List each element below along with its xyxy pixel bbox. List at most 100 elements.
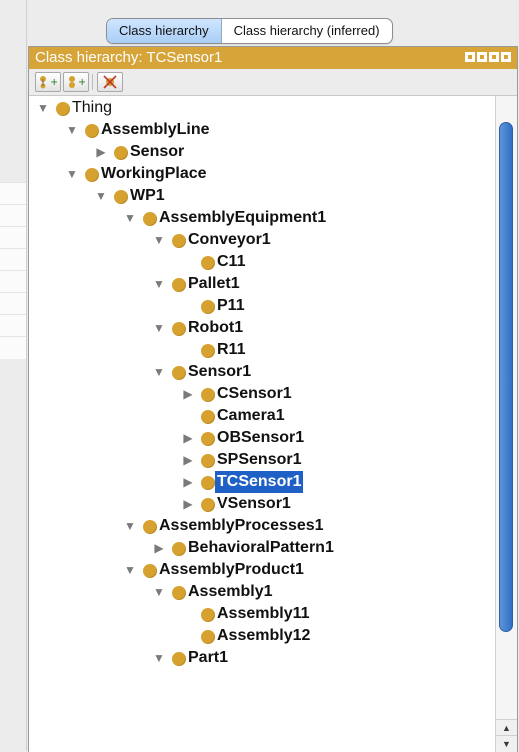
maximize-icon[interactable] (489, 52, 499, 62)
restore-icon[interactable] (465, 52, 475, 62)
panel-title-bar: Class hierarchy: TCSensor1 (29, 47, 517, 69)
expand-down-icon[interactable]: ▼ (35, 97, 51, 119)
class-icon (85, 124, 99, 138)
class-icon (172, 322, 186, 336)
tree-node-label[interactable]: Sensor1 (188, 361, 251, 383)
tree-node-label[interactable]: CSensor1 (217, 383, 292, 405)
class-icon (172, 234, 186, 248)
tree-node-label[interactable]: Assembly11 (217, 603, 310, 625)
expand-down-icon[interactable]: ▼ (151, 229, 167, 251)
add-sibling-class-button[interactable]: + (63, 72, 89, 92)
class-icon (201, 454, 215, 468)
tree-node-label[interactable]: OBSensor1 (217, 427, 304, 449)
adjacent-row (0, 292, 26, 315)
tree-node-label[interactable]: WorkingPlace (101, 163, 207, 185)
close-icon[interactable] (501, 52, 511, 62)
expand-down-icon[interactable]: ▼ (151, 273, 167, 295)
adjacent-row (0, 204, 26, 227)
tree-node-label[interactable]: BehavioralPattern1 (188, 537, 334, 559)
minimize-icon[interactable] (477, 52, 487, 62)
expand-down-icon[interactable]: ▼ (122, 559, 138, 581)
class-icon (201, 410, 215, 424)
expand-down-icon[interactable]: ▼ (64, 119, 80, 141)
class-icon (172, 586, 186, 600)
expand-right-icon[interactable]: ▶ (93, 141, 109, 163)
scrollbar-thumb[interactable] (499, 122, 513, 632)
tree-node-label[interactable]: SPSensor1 (217, 449, 301, 471)
toolbar-separator (92, 74, 93, 90)
class-icon (172, 366, 186, 380)
class-tree[interactable]: ▼ Thing ▼ AssemblyLine ▶ Sensor ▼ WorkingPlace ▼… (29, 96, 495, 752)
tree-node-label[interactable]: TCSensor1 (215, 471, 304, 493)
svg-text:+: + (78, 77, 85, 88)
class-icon (114, 146, 128, 160)
class-icon (201, 476, 215, 490)
tree-node-label[interactable]: AssemblyProcesses1 (159, 515, 324, 537)
tree-node-label[interactable]: VSensor1 (217, 493, 291, 515)
tree-node-label[interactable]: Conveyor1 (188, 229, 271, 251)
tree-node-label[interactable]: Sensor (130, 141, 184, 163)
class-icon (56, 102, 70, 116)
tree-node-label[interactable]: Pallet1 (188, 273, 240, 295)
tab-class-hierarchy[interactable]: Class hierarchy (107, 19, 222, 43)
class-icon (201, 608, 215, 622)
expand-down-icon[interactable]: ▼ (122, 515, 138, 537)
add-sibling-class-icon: + (69, 76, 85, 88)
tree-node-label[interactable]: R11 (217, 339, 245, 361)
expand-right-icon[interactable]: ▶ (180, 493, 196, 515)
tree-node-label[interactable]: Robot1 (188, 317, 243, 339)
expand-down-icon[interactable]: ▼ (151, 317, 167, 339)
add-subclass-button[interactable]: + (35, 72, 61, 92)
class-icon (201, 256, 215, 270)
panel-title: Class hierarchy: TCSensor1 (35, 49, 223, 66)
class-icon (201, 630, 215, 644)
expand-down-icon[interactable]: ▼ (151, 647, 167, 669)
expand-right-icon[interactable]: ▶ (180, 427, 196, 449)
tree-node-label[interactable]: Assembly12 (217, 625, 310, 647)
hierarchy-tabs: Class hierarchy Class hierarchy (inferre… (106, 18, 393, 44)
tree-node-label[interactable]: Part1 (188, 647, 228, 669)
hierarchy-toolbar: + + (29, 69, 517, 96)
tree-node-label[interactable]: Thing (72, 97, 112, 119)
tree-node-label[interactable]: AssemblyLine (101, 119, 209, 141)
class-icon (143, 520, 157, 534)
adjacent-panel-edge (0, 0, 27, 751)
delete-class-button[interactable] (97, 72, 123, 92)
tree-node-label[interactable]: P11 (217, 295, 245, 317)
delete-class-icon (103, 75, 117, 89)
class-icon (114, 190, 128, 204)
tree-node-label[interactable]: AssemblyEquipment1 (159, 207, 326, 229)
expand-right-icon[interactable]: ▶ (180, 471, 196, 493)
expand-down-icon[interactable]: ▼ (64, 163, 80, 185)
tab-class-hierarchy-inferred[interactable]: Class hierarchy (inferred) (222, 19, 392, 43)
adjacent-row (0, 270, 26, 293)
tree-node-label[interactable]: C11 (217, 251, 245, 273)
class-icon (201, 388, 215, 402)
svg-text:+: + (50, 77, 57, 88)
expand-down-icon[interactable]: ▼ (151, 581, 167, 603)
class-icon (172, 542, 186, 556)
scroll-down-icon[interactable]: ▼ (496, 735, 517, 752)
expand-right-icon[interactable]: ▶ (180, 449, 196, 471)
adjacent-row (0, 182, 26, 205)
class-icon (143, 564, 157, 578)
expand-down-icon[interactable]: ▼ (151, 361, 167, 383)
class-icon (201, 498, 215, 512)
tree-node-label[interactable]: Camera1 (217, 405, 285, 427)
expand-right-icon[interactable]: ▶ (151, 537, 167, 559)
scroll-up-icon[interactable]: ▲ (496, 719, 517, 736)
view-buttons (465, 52, 511, 62)
expand-down-icon[interactable]: ▼ (93, 185, 109, 207)
tree-node-label[interactable]: WP1 (130, 185, 165, 207)
tree-node-label[interactable]: Assembly1 (188, 581, 273, 603)
expand-right-icon[interactable]: ▶ (180, 383, 196, 405)
adjacent-row (0, 226, 26, 249)
expand-down-icon[interactable]: ▼ (122, 207, 138, 229)
adjacent-row (0, 314, 26, 337)
vertical-scrollbar[interactable]: ▲ ▼ (495, 96, 517, 752)
class-hierarchy-panel: Class hierarchy: TCSensor1 + + ▼ Thing ▼… (28, 46, 518, 752)
add-subclass-icon: + (40, 76, 57, 89)
class-icon (172, 278, 186, 292)
tree-node-label[interactable]: AssemblyProduct1 (159, 559, 304, 581)
adjacent-row (0, 248, 26, 271)
